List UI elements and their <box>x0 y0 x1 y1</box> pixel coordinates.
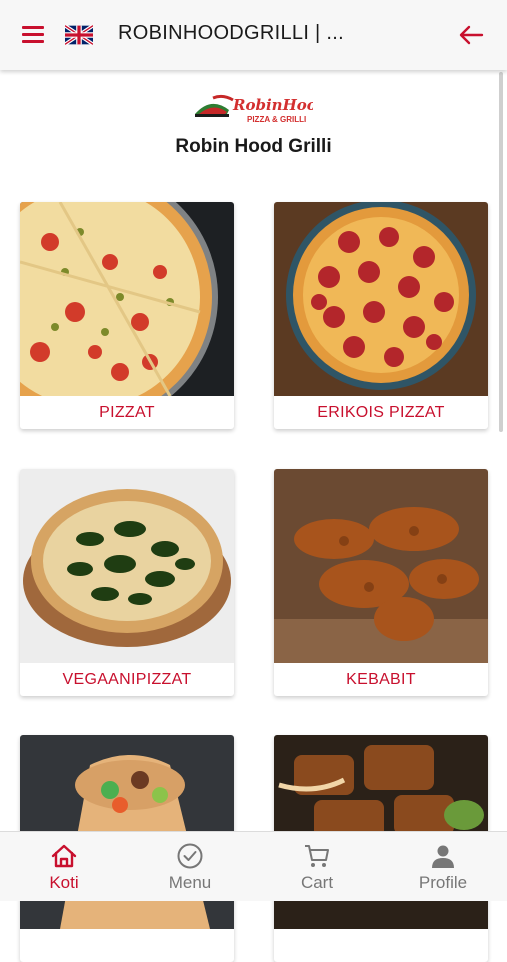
restaurant-name: Robin Hood Grilli <box>175 136 332 157</box>
category-label: ERIKOIS PIZZAT <box>317 404 445 421</box>
nav-profile[interactable]: Profile <box>380 832 506 901</box>
uk-flag-icon[interactable] <box>63 24 95 46</box>
home-icon <box>51 844 77 868</box>
nav-label-koti: Koti <box>49 873 79 892</box>
category-label <box>274 929 488 962</box>
category-card-vegaanipizzat[interactable]: VEGAANIPIZZAT <box>20 469 234 696</box>
hamburger-menu-icon[interactable] <box>22 24 44 44</box>
nav-label-menu: Menu <box>168 873 212 892</box>
restaurant-logo: RobinHood PIZZA & GRILLI <box>193 92 328 126</box>
scrollbar[interactable] <box>499 72 503 432</box>
app-bar: ROBINHOODGRILLI | ... <box>0 0 507 70</box>
pepperoni-pizza-image <box>274 202 488 396</box>
vegan-pizza-image <box>20 469 234 663</box>
category-card-pizzat[interactable]: PIZZAT <box>20 202 234 429</box>
svg-text:PIZZA & GRILLI: PIZZA & GRILLI <box>247 115 306 124</box>
svg-text:RobinHood: RobinHood <box>232 96 313 114</box>
nav-home[interactable]: Koti <box>1 832 127 901</box>
check-circle-icon <box>177 843 203 869</box>
category-label: PIZZAT <box>99 404 155 421</box>
chicken-wings-image <box>274 469 488 663</box>
nav-cart[interactable]: Cart <box>254 832 380 901</box>
category-card-kebabit[interactable]: KEBABIT <box>274 469 488 696</box>
person-icon <box>432 845 454 868</box>
category-label <box>20 929 234 962</box>
nav-label-profile: Profile <box>418 873 468 892</box>
category-card-erikois-pizzat[interactable]: ERIKOIS PIZZAT <box>274 202 488 429</box>
category-label: VEGAANIPIZZAT <box>62 671 192 688</box>
nav-label-cart: Cart <box>300 873 334 892</box>
app-title: ROBINHOODGRILLI | ... <box>118 22 344 44</box>
bottom-navigation: Koti Menu Cart Profile <box>0 831 507 901</box>
nav-menu[interactable]: Menu <box>127 832 253 901</box>
cart-icon <box>305 845 329 867</box>
pizza-image <box>20 202 234 396</box>
category-label: KEBABIT <box>346 671 416 688</box>
back-arrow-icon[interactable] <box>456 22 486 48</box>
